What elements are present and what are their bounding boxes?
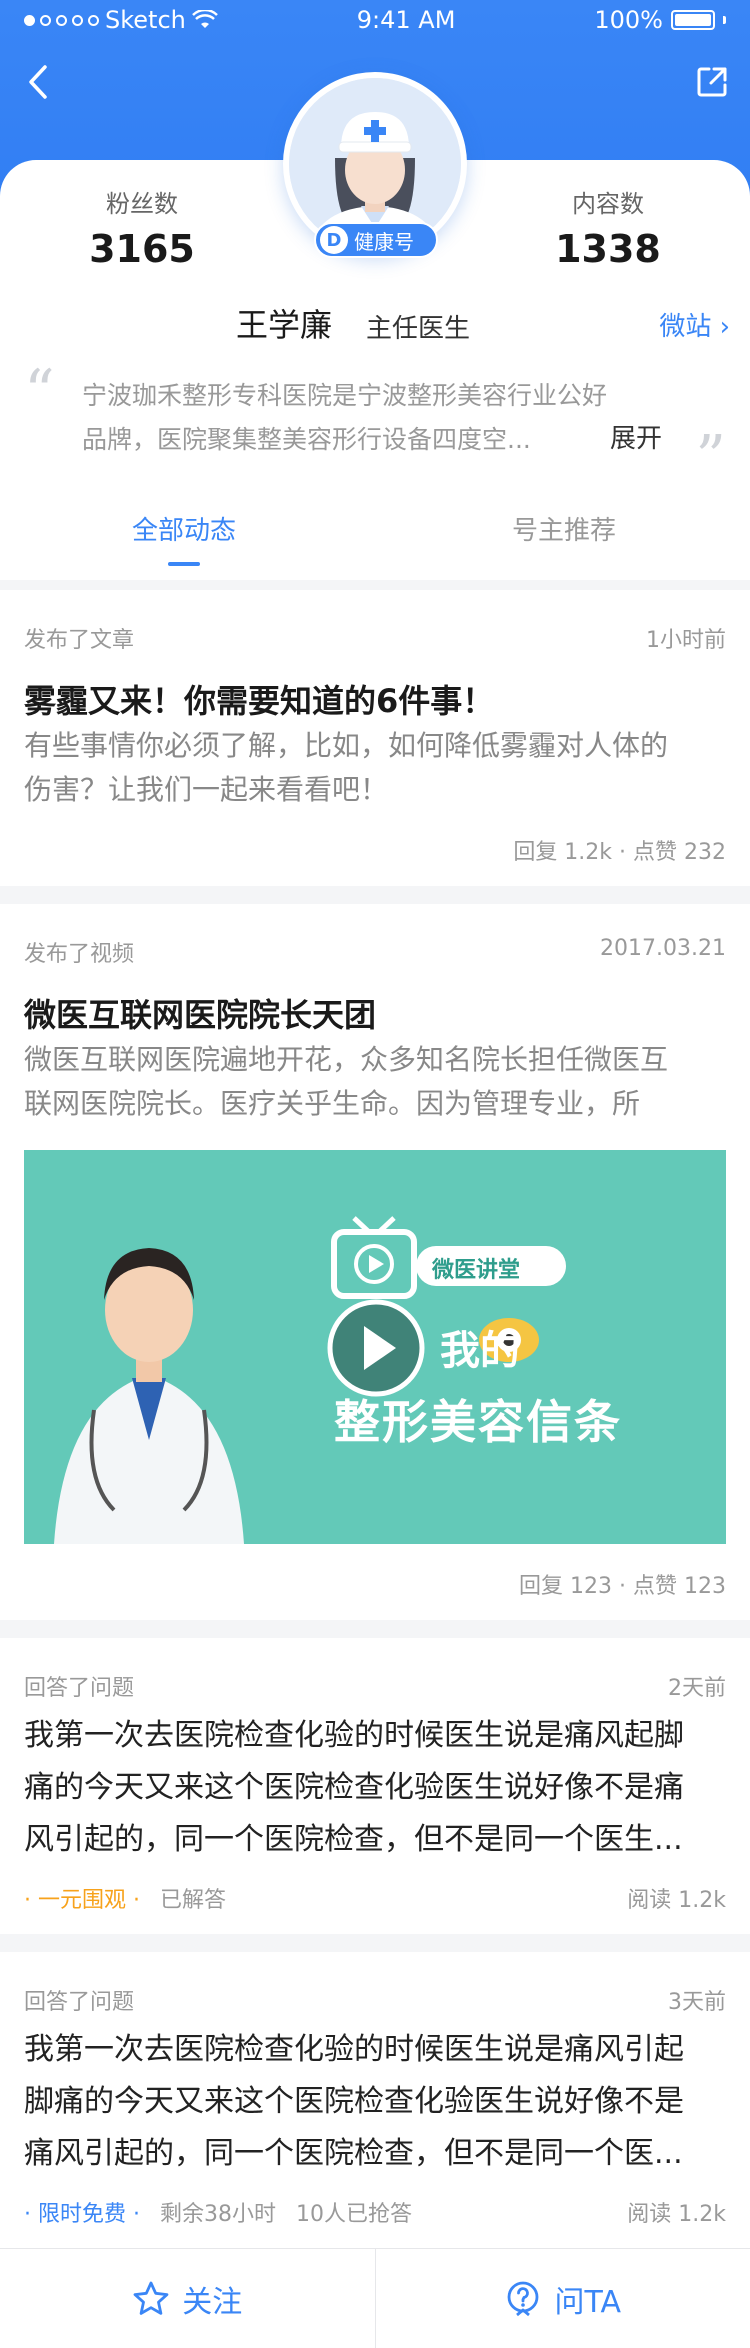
- content-stat[interactable]: 内容数 1338: [508, 184, 708, 271]
- tab-bar: 全部动态 号主推荐: [0, 498, 750, 578]
- follow-label: 关注: [182, 2284, 243, 2320]
- desc-line: 联网医院院长。医疗关乎生命。因为管理专业，所: [24, 1087, 641, 1120]
- question-icon: [508, 2281, 539, 2316]
- feed-stats: 阅读 1.2k: [627, 2202, 726, 2227]
- doctor-name: 王学廉: [236, 306, 333, 344]
- ask-button[interactable]: 问TA: [376, 2249, 750, 2348]
- carrier-label: Sketch: [105, 6, 186, 34]
- feed-card-video[interactable]: 发布了视频 2017.03.21 微医互联网医院院长天团 微医互联网医院遍地开花…: [0, 904, 750, 1620]
- star-icon: [133, 2281, 169, 2315]
- fans-count: 3165: [89, 227, 195, 271]
- tab-all-updates[interactable]: 全部动态: [84, 510, 284, 547]
- question-tags: · 一元围观 · 已解答: [24, 1882, 226, 1914]
- tag-one-yuan: · 一元围观 ·: [24, 1888, 140, 1913]
- feed-stats: 回复 123 · 点赞 123: [519, 1574, 726, 1599]
- question-text: 我第一次去医院检查化验的时候医生说是痛风起脚 痛的今天又来这个医院检查化验医生说…: [24, 1710, 726, 1866]
- feed-type: 发布了文章: [24, 628, 135, 653]
- badge-letter: D: [320, 226, 348, 254]
- health-account-badge: D 健康号: [314, 222, 438, 258]
- feed-type: 回答了问题: [24, 1676, 135, 1701]
- quote-close-icon: ”: [695, 423, 726, 493]
- quote-open-icon: “: [24, 357, 55, 427]
- weizhan-link[interactable]: 微站 ›: [659, 306, 730, 343]
- wifi-icon: [191, 10, 218, 28]
- feed-time: 3天前: [668, 1990, 726, 2015]
- feed-stats: 阅读 1.2k: [627, 1888, 726, 1913]
- content-count: 1338: [555, 227, 661, 271]
- desc-line: 微医互联网医院遍地开花，众多知名院长担任微医互: [24, 1043, 669, 1076]
- fans-stat[interactable]: 粉丝数 3165: [42, 184, 242, 271]
- battery-area: 100%: [594, 6, 726, 34]
- tag-limited-free: · 限时免费 ·: [24, 2202, 140, 2227]
- expand-button[interactable]: 展开: [610, 418, 662, 455]
- question-line: 痛的今天又来这个医院检查化验医生说好像不是痛: [24, 1770, 684, 1805]
- feed-stats: 回复 1.2k · 点赞 232: [513, 840, 726, 865]
- tab-active-indicator: [168, 562, 200, 566]
- video-caption-small: 微医讲堂: [432, 1258, 521, 1283]
- signal-icon: [24, 14, 99, 26]
- badge-label: 健康号: [354, 229, 414, 254]
- video-caption-main: 整形美容信条: [334, 1395, 622, 1449]
- question-line: 我第一次去医院检查化验的时候医生说是痛风起脚: [24, 1718, 684, 1753]
- feed-headline: 雾霾又来！你需要知道的6件事！: [24, 682, 495, 720]
- ask-label: 问TA: [554, 2284, 622, 2320]
- desc-line: 有些事情你必须了解，比如，如何降低雾霾对人体的: [24, 729, 669, 762]
- intro-line: 品牌，医院聚集整美容形行设备四度空...: [82, 425, 531, 454]
- doctor-title: 主任医生: [366, 314, 471, 344]
- content-label: 内容数: [572, 190, 644, 218]
- name-row: 王学廉 主任医生 微站 ›: [0, 300, 750, 344]
- battery-icon: [670, 10, 715, 30]
- question-line: 脚痛的今天又来这个医院检查化验医生说好像不是: [24, 2084, 684, 2119]
- question-line: 风引起的，同一个医院检查，但不是同一个医生...: [24, 1822, 683, 1857]
- tab-recommended[interactable]: 号主推荐: [464, 510, 664, 547]
- feed-card-question[interactable]: 回答了问题 2天前 我第一次去医院检查化验的时候医生说是痛风起脚 痛的今天又来这…: [0, 1638, 750, 1934]
- fans-label: 粉丝数: [106, 190, 178, 218]
- video-caption-mine: 我的: [440, 1328, 520, 1374]
- intro-line: 宁波珈禾整形专科医院是宁波整形美容行业公好: [82, 381, 608, 410]
- tag-remaining-time: 剩余38小时: [159, 2202, 276, 2227]
- feed-description: 有些事情你必须了解，比如，如何降低雾霾对人体的 伤害？让我们一起来看看吧！: [24, 724, 726, 812]
- video-thumbnail[interactable]: 微医讲堂 我的 整形美容信条: [24, 1150, 726, 1544]
- status-bar: Sketch 9:41 AM 100%: [0, 0, 750, 40]
- feed-time: 2017.03.21: [600, 936, 726, 961]
- question-text: 我第一次去医院检查化验的时候医生说是痛风引起 脚痛的今天又来这个医院检查化验医生…: [24, 2024, 726, 2180]
- feed-time: 1小时前: [646, 628, 726, 653]
- feed-card-article[interactable]: 发布了文章 1小时前 雾霾又来！你需要知道的6件事！ 有些事情你必须了解，比如，…: [0, 590, 750, 886]
- tag-answer-count: 10人已抢答: [295, 2202, 412, 2227]
- feed-card-question[interactable]: 回答了问题 3天前 我第一次去医院检查化验的时候医生说是痛风引起 脚痛的今天又来…: [0, 1952, 750, 2248]
- question-tags: · 限时免费 · 剩余38小时 10人已抢答: [24, 2196, 412, 2228]
- feed-type: 发布了视频: [24, 942, 135, 967]
- signal-area: Sketch: [24, 6, 218, 34]
- back-button[interactable]: [18, 62, 58, 102]
- share-button[interactable]: [692, 62, 732, 102]
- feed-description: 微医互联网医院遍地开花，众多知名院长担任微医互 联网医院院长。医疗关乎生命。因为…: [24, 1038, 726, 1126]
- chevron-left-icon: [29, 65, 47, 99]
- profile-intro: 宁波珈禾整形专科医院是宁波整形美容行业公好 品牌，医院聚集整美容形行设备四度空.…: [82, 374, 682, 462]
- follow-button[interactable]: 关注: [0, 2249, 375, 2348]
- clock: 9:41 AM: [356, 6, 456, 34]
- feed-type: 回答了问题: [24, 1990, 135, 2015]
- tag-answered: 已解答: [159, 1888, 226, 1913]
- question-line: 我第一次去医院检查化验的时候医生说是痛风引起: [24, 2032, 684, 2067]
- question-line: 痛风引起的，同一个医院检查，但不是同一个医...: [24, 2136, 683, 2171]
- feed-headline: 微医互联网医院院长天团: [24, 996, 377, 1034]
- feed-time: 2天前: [668, 1676, 726, 1701]
- battery-percent: 100%: [594, 6, 663, 34]
- share-icon: [697, 67, 727, 97]
- bottom-action-bar: 关注 问TA: [0, 2248, 750, 2348]
- desc-line: 伤害？让我们一起来看看吧！: [24, 773, 389, 806]
